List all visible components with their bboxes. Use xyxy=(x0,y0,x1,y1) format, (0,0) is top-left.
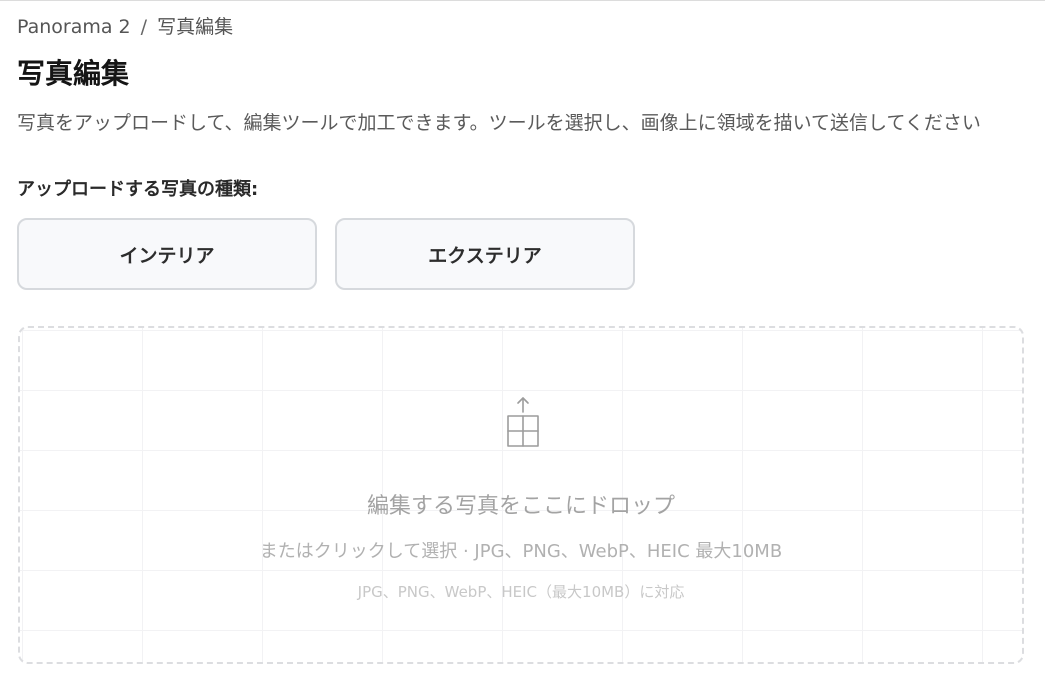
upload-icon xyxy=(507,397,539,447)
dropzone-format-note: JPG、PNG、WebP、HEIC（最大10MB）に対応 xyxy=(357,583,685,601)
breadcrumb-current: 写真編集 xyxy=(157,16,234,38)
top-divider xyxy=(0,0,1045,1)
breadcrumb-separator: / xyxy=(140,16,148,38)
dropzone-subtitle: またはクリックして選択 · JPG、PNG、WebP、HEIC 最大10MB xyxy=(259,541,783,562)
breadcrumb-root-link[interactable]: Panorama 2 xyxy=(17,16,131,38)
breadcrumb: Panorama 2 / 写真編集 xyxy=(17,12,233,39)
dropzone-title: 編集する写真をここにドロップ xyxy=(366,494,675,519)
page-description: 写真をアップロードして、編集ツールで加工できます。ツールを選択し、画像上に領域を… xyxy=(17,112,981,134)
photo-type-label: アップロードする写真の種類: xyxy=(17,179,259,200)
page-title: 写真編集 xyxy=(17,57,130,90)
photo-dropzone[interactable]: 編集する写真をここにドロップ またはクリックして選択 · JPG、PNG、Web… xyxy=(18,326,1024,664)
interior-button[interactable]: インテリア xyxy=(17,218,317,290)
exterior-button[interactable]: エクステリア xyxy=(335,218,635,290)
